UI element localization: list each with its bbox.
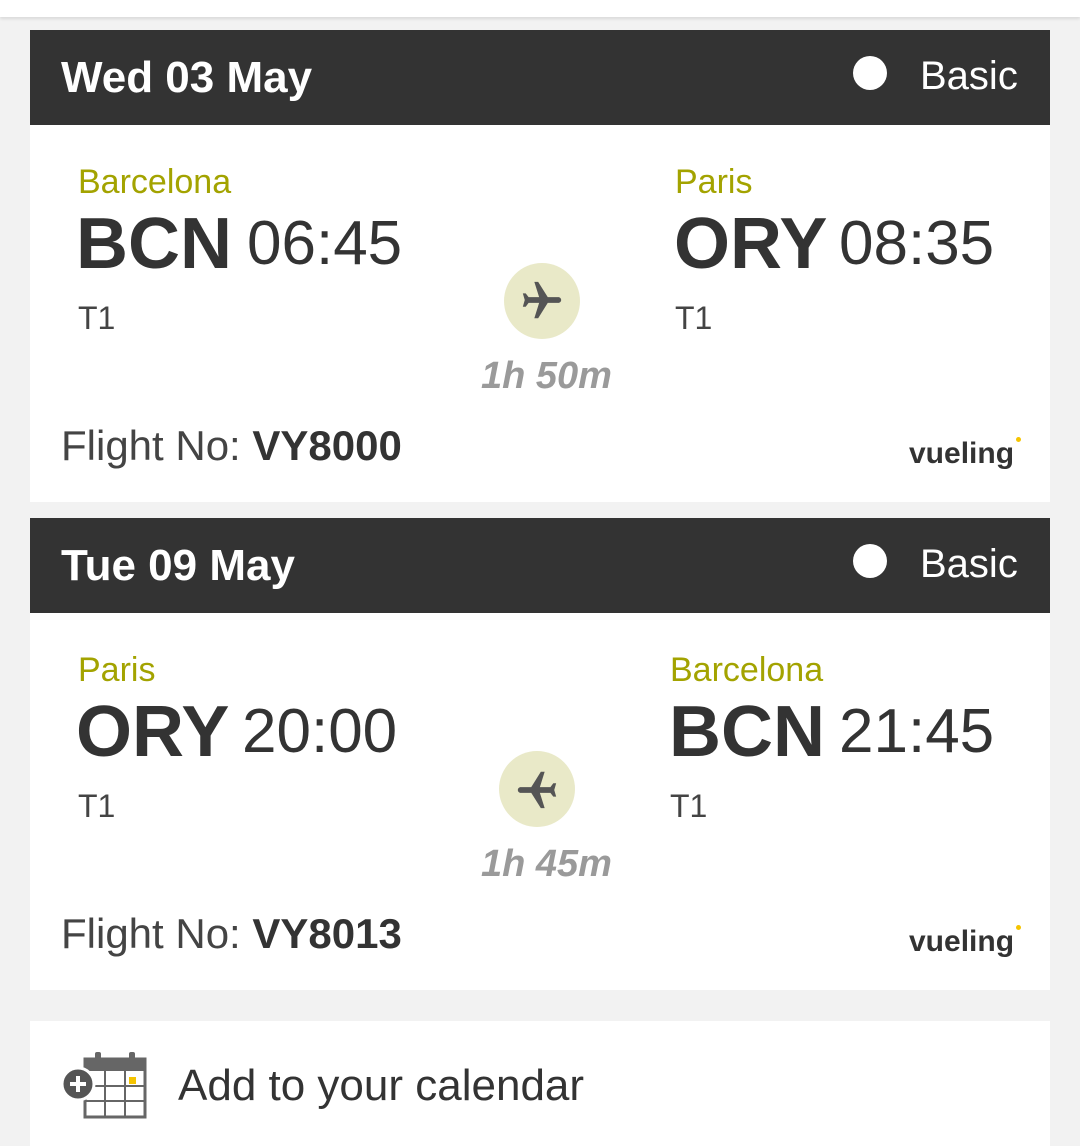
airline-name: vueling xyxy=(909,925,1015,958)
flight-number: Flight No: VY8013 xyxy=(61,909,402,959)
logo-dot xyxy=(1016,437,1022,442)
airline-name: vueling xyxy=(909,437,1015,470)
flight-number-label: Flight No: xyxy=(61,910,241,957)
logo-dot xyxy=(1016,925,1022,930)
airline-logo: vueling xyxy=(909,924,1022,960)
flight-card-inbound[interactable]: Tue 09 May Basic Paris ORY 20:00 T1 1h 4… xyxy=(30,518,1050,990)
fare-label: Basic xyxy=(920,542,1018,586)
origin-time: 06:45 xyxy=(247,209,403,278)
plane-right-icon xyxy=(522,281,562,319)
add-to-calendar-button[interactable]: Add to your calendar xyxy=(30,1021,1050,1146)
destination-code: ORY xyxy=(674,204,828,284)
fare-radio-button[interactable] xyxy=(853,544,887,578)
flight-number-value: VY8000 xyxy=(252,422,402,469)
destination-time: 21:45 xyxy=(839,697,995,766)
flight-date: Wed 03 May xyxy=(61,53,313,102)
destination-terminal: T1 xyxy=(670,788,708,824)
fare-label: Basic xyxy=(920,54,1018,98)
flight-date: Tue 09 May xyxy=(61,541,295,590)
card-header: Tue 09 May Basic xyxy=(30,518,1050,613)
origin-city: Barcelona xyxy=(78,163,232,201)
add-to-calendar-label: Add to your calendar xyxy=(178,1061,585,1110)
top-bar xyxy=(0,0,1080,17)
flight-number-value: VY8013 xyxy=(252,910,402,957)
flight-duration: 1h 45m xyxy=(481,843,612,885)
calendar-add-icon xyxy=(60,1052,147,1119)
destination-terminal: T1 xyxy=(675,300,713,336)
destination-code: BCN xyxy=(669,692,825,772)
origin-city: Paris xyxy=(78,651,156,689)
flight-number: Flight No: VY8000 xyxy=(61,421,402,471)
card-header: Wed 03 May Basic xyxy=(30,30,1050,125)
flight-card-outbound[interactable]: Wed 03 May Basic Barcelona BCN 06:45 T1 … xyxy=(30,30,1050,502)
flight-duration: 1h 50m xyxy=(481,355,612,397)
origin-terminal: T1 xyxy=(78,300,116,336)
fare-radio-button[interactable] xyxy=(853,56,887,90)
destination-city: Barcelona xyxy=(670,651,824,689)
origin-time: 20:00 xyxy=(242,697,398,766)
destination-time: 08:35 xyxy=(839,209,995,278)
plane-circle xyxy=(504,263,580,339)
destination-city: Paris xyxy=(675,163,753,201)
origin-code: ORY xyxy=(76,692,230,772)
flight-number-label: Flight No: xyxy=(61,422,241,469)
plane-circle xyxy=(499,751,575,827)
origin-terminal: T1 xyxy=(78,788,116,824)
plane-left-icon xyxy=(517,771,557,809)
airline-logo: vueling xyxy=(909,436,1022,472)
origin-code: BCN xyxy=(76,204,232,284)
